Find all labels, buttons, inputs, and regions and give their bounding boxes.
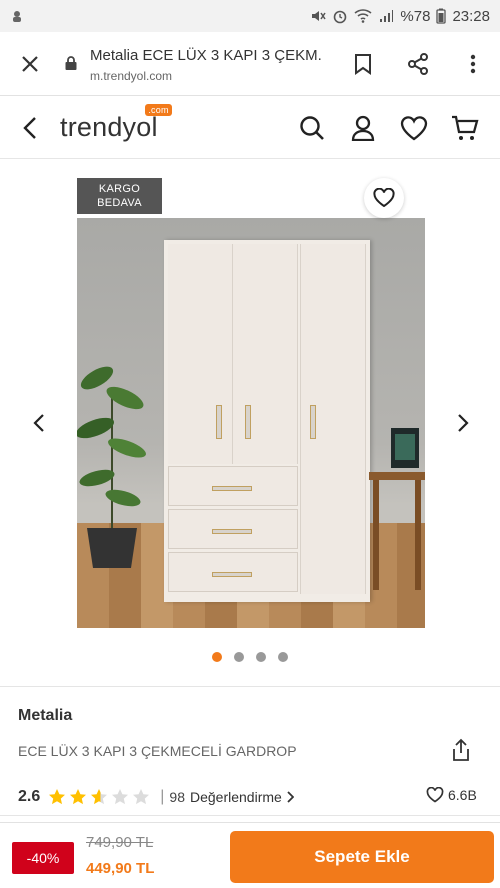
page-url: m.trendyol.com — [90, 68, 173, 83]
heart-icon — [373, 188, 395, 208]
cart-icon — [451, 115, 479, 140]
battery-icon — [436, 8, 447, 24]
divider — [0, 686, 500, 687]
favorites-button[interactable] — [388, 115, 439, 141]
handle — [310, 405, 316, 439]
lock-icon — [60, 55, 82, 71]
mute-icon — [312, 11, 327, 21]
bookmark-button[interactable] — [335, 32, 390, 96]
product-gallery: KARGO BEDAVA — [0, 160, 500, 685]
old-price: 749,90 TL — [86, 834, 154, 851]
rating-stars — [48, 788, 150, 806]
product-name: ECE LÜX 3 KAPI 3 ÇEKMECELİ GARDROP — [18, 743, 297, 759]
chevron-right-icon — [287, 791, 294, 803]
drawer-handle — [212, 486, 252, 491]
close-button[interactable] — [0, 32, 60, 96]
url-texts: Metalia ECE LÜX 3 KAPI 3 ÇEKM... m.trend… — [90, 47, 322, 83]
back-button[interactable] — [0, 116, 60, 140]
notification-icon — [13, 11, 21, 22]
site-header: trendyol .com — [0, 97, 500, 159]
divider — [0, 815, 500, 816]
page-dot[interactable] — [256, 652, 266, 662]
account-button[interactable] — [337, 115, 388, 141]
favorite-button[interactable] — [364, 178, 404, 218]
page-dot[interactable] — [278, 652, 288, 662]
status-bar: %78 23:28 — [0, 0, 500, 32]
drawer-handle — [212, 572, 252, 577]
prev-image-button[interactable] — [24, 408, 54, 438]
page-dot[interactable] — [212, 652, 222, 662]
user-icon — [351, 115, 374, 141]
logo-badge: .com — [145, 104, 172, 116]
browser-toolbar: Metalia ECE LÜX 3 KAPI 3 ÇEKM... m.trend… — [0, 32, 500, 96]
chevron-left-icon — [33, 414, 44, 432]
wardrobe-illustration — [164, 240, 370, 602]
side-table-illustration — [369, 428, 425, 590]
rating-score: 2.6 — [18, 788, 41, 805]
handle — [245, 405, 251, 439]
chevron-right-icon — [458, 414, 469, 432]
star-icon — [70, 789, 87, 805]
drawer-handle — [212, 529, 252, 534]
share-button[interactable] — [390, 32, 445, 96]
signal-icon — [380, 10, 394, 22]
share-icon — [407, 52, 428, 75]
close-icon — [22, 55, 38, 72]
star-icon — [91, 789, 108, 805]
share-product-button[interactable] — [446, 735, 476, 765]
page-title: Metalia ECE LÜX 3 KAPI 3 ÇEKM... — [90, 46, 322, 64]
header-icons — [286, 114, 500, 142]
badge-line-1: KARGO — [98, 183, 141, 195]
door-middle — [233, 244, 298, 464]
bottom-bar: -40% 749,90 TL 449,90 TL Sepete Ekle — [0, 822, 500, 888]
more-button[interactable] — [445, 32, 500, 96]
new-price: 449,90 TL — [86, 860, 155, 877]
star-icon — [112, 789, 129, 805]
status-left — [10, 9, 24, 23]
brand-name[interactable]: Metalia — [18, 707, 72, 725]
likes[interactable]: 6.6B — [426, 787, 477, 803]
image-pagination — [0, 652, 500, 662]
back-icon — [23, 116, 36, 139]
more-vert-icon — [470, 54, 475, 73]
next-image-button[interactable] — [448, 408, 478, 438]
free-shipping-badge: KARGO BEDAVA — [77, 178, 162, 214]
heart-icon — [426, 787, 444, 803]
clock: 23:28 — [452, 7, 490, 25]
discount-badge: -40% — [12, 842, 74, 874]
separator: | — [160, 788, 165, 805]
battery-level: %78 — [400, 7, 431, 25]
likes-count: 6.6B — [448, 787, 477, 803]
door-left — [168, 244, 233, 464]
cart-button[interactable] — [439, 114, 490, 142]
wifi-icon — [354, 9, 372, 23]
trendyol-logo[interactable]: trendyol .com — [60, 104, 172, 143]
reviews-link[interactable]: Değerlendirme — [190, 789, 282, 805]
url-bar[interactable]: Metalia ECE LÜX 3 KAPI 3 ÇEKM... m.trend… — [60, 45, 335, 83]
handle — [216, 405, 222, 439]
status-right: %78 23:28 — [310, 8, 490, 25]
star-icon — [133, 789, 150, 805]
browser-actions — [335, 32, 500, 96]
share-icon — [453, 738, 469, 761]
product-image[interactable] — [77, 218, 425, 628]
alarm-icon — [334, 10, 347, 24]
star-icon — [49, 789, 66, 805]
add-to-cart-button[interactable]: Sepete Ekle — [230, 831, 494, 883]
page-dot[interactable] — [234, 652, 244, 662]
search-button[interactable] — [286, 115, 337, 141]
search-icon — [299, 115, 324, 140]
bookmark-icon — [354, 53, 371, 75]
rating-row: 2.6 | 98 Değerlendirme — [18, 785, 294, 809]
plant-illustration — [77, 366, 146, 568]
heart-icon — [400, 115, 427, 140]
review-count[interactable]: 98 — [169, 789, 185, 805]
badge-line-2: BEDAVA — [97, 197, 142, 209]
logo-text: trendyol — [60, 112, 158, 142]
